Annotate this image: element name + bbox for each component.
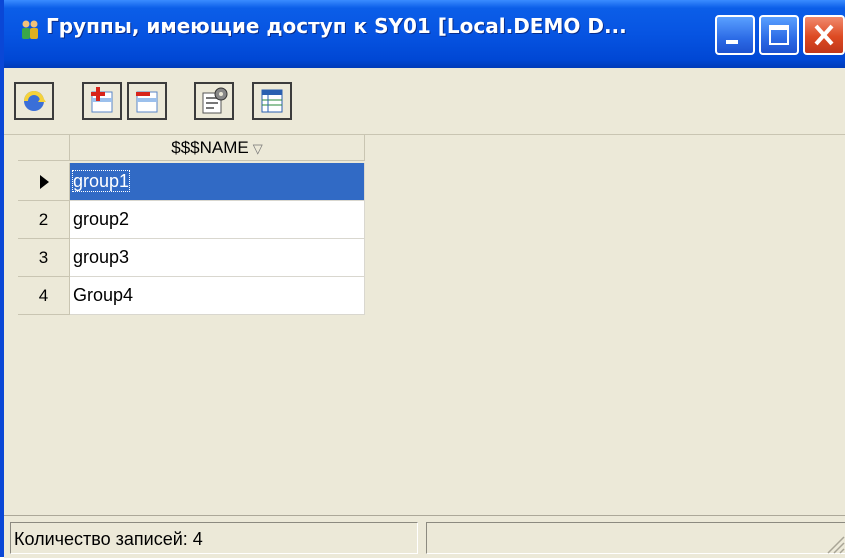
name-cell[interactable]: group1 [70, 163, 365, 201]
window-title: Группы, имеющие доступ к SY01 [Local.DEM… [46, 14, 627, 38]
add-button[interactable] [82, 82, 122, 120]
row-number: 4 [18, 277, 70, 315]
toolbar [4, 68, 845, 135]
refresh-button[interactable] [14, 82, 54, 120]
row-number: 2 [18, 201, 70, 239]
close-button[interactable] [803, 15, 845, 55]
records-grid: $$$NAME ▽ group1 2 group2 3 group3 4 Grou… [18, 135, 370, 316]
resize-grip-icon[interactable] [822, 531, 845, 555]
row-indicator [18, 163, 70, 201]
add-icon [91, 87, 113, 113]
title-bar[interactable]: Группы, имеющие доступ к SY01 [Local.DEM… [4, 0, 845, 68]
remove-button[interactable] [127, 82, 167, 120]
close-icon [814, 24, 834, 46]
maximize-button[interactable] [759, 15, 799, 55]
table-row[interactable]: 3 group3 [18, 239, 365, 277]
status-bar: Количество записей: 4 [4, 515, 845, 558]
table-row[interactable]: 2 group2 [18, 201, 365, 239]
column-header-name[interactable]: $$$NAME ▽ [70, 135, 365, 161]
name-cell[interactable]: group3 [70, 239, 365, 277]
table-row[interactable]: group1 [18, 163, 365, 201]
minimize-button[interactable] [715, 15, 755, 55]
columns-button[interactable] [252, 82, 292, 120]
name-cell[interactable]: Group4 [70, 277, 365, 315]
row-number: 3 [18, 239, 70, 277]
column-header-label: $$$NAME [171, 138, 249, 157]
current-row-arrow-icon [39, 175, 49, 189]
app-window: Группы, имеющие доступ к SY01 [Local.DEM… [0, 0, 845, 558]
sort-indicator-icon: ▽ [252, 141, 263, 156]
groups-icon [22, 20, 38, 39]
status-pane-empty [426, 522, 845, 554]
properties-icon [202, 87, 228, 114]
remove-icon [136, 91, 158, 113]
cell-text: group1 [71, 170, 131, 192]
maximize-icon [769, 25, 789, 45]
name-cell[interactable]: group2 [70, 201, 365, 239]
table-row[interactable]: 4 Group4 [18, 277, 365, 315]
refresh-icon [24, 91, 46, 111]
record-count-status: Количество записей: 4 [10, 522, 418, 554]
minimize-icon [726, 40, 738, 44]
properties-button[interactable] [194, 82, 234, 120]
columns-icon [261, 89, 283, 113]
grid-corner [18, 135, 70, 161]
